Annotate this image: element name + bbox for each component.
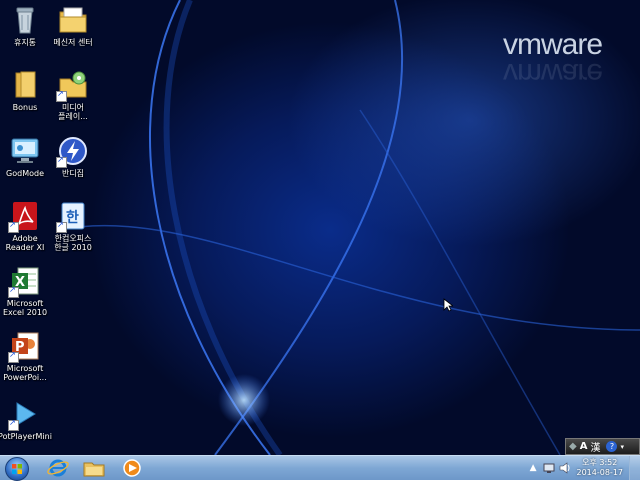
- hancom-icon: 한: [56, 200, 89, 233]
- vmware-logo-reflection: vmware: [502, 57, 602, 90]
- shortcut-arrow-icon: [56, 155, 67, 168]
- internet-explorer-icon: [47, 459, 69, 477]
- shortcut-arrow-icon: [56, 89, 67, 102]
- windows-logo-icon: [12, 464, 22, 474]
- shortcut-arrow-icon: [56, 220, 67, 233]
- potplayer-icon: [8, 398, 41, 431]
- excel-2010-icon-tile[interactable]: X Microsoft Excel 2010: [0, 265, 56, 317]
- show-desktop-button[interactable]: [629, 456, 640, 480]
- potplayer-icon-tile[interactable]: PotPlayerMini: [0, 398, 56, 441]
- taskbar-internet-explorer[interactable]: [42, 457, 74, 479]
- taskbar-windows-explorer[interactable]: [78, 457, 110, 479]
- messenger-center-icon-tile[interactable]: 메신저 센터: [42, 4, 104, 47]
- ime-grip-icon: ◆: [569, 441, 577, 452]
- network-icon[interactable]: [543, 462, 555, 474]
- language-bar[interactable]: ◆ A 漢 ? ▾: [565, 438, 640, 455]
- clock-date: 2014-08-17: [576, 468, 624, 477]
- bandizip-icon: [56, 135, 89, 168]
- taskbar: ▲ 오후 3:52 2014-08-17: [0, 455, 640, 481]
- ime-mode-toggle[interactable]: A: [580, 441, 588, 452]
- volume-icon[interactable]: [559, 462, 571, 474]
- powerpoint-icon-tile[interactable]: P Microsoft PowerPoi...: [0, 330, 56, 382]
- folder-icon: [9, 69, 41, 101]
- clock[interactable]: 오후 3:52 2014-08-17: [577, 458, 624, 478]
- shortcut-arrow-icon: [8, 220, 19, 233]
- langbar-options-icon[interactable]: ▾: [620, 443, 624, 451]
- system-tray: ▲ 오후 3:52 2014-08-17: [530, 456, 640, 480]
- tray-expand-icon[interactable]: ▲: [530, 463, 537, 473]
- shortcut-arrow-icon: [8, 285, 19, 298]
- recycle-bin-icon: [9, 4, 41, 36]
- media-folder-icon: [56, 69, 89, 102]
- desktop[interactable]: vmware vmware 휴지통 Bonus GodMode Adobe Re…: [0, 0, 640, 455]
- shortcut-arrow-icon: [8, 418, 19, 431]
- excel-icon: X: [8, 265, 41, 298]
- folder-icon: [57, 4, 89, 36]
- media-player-icon-tile[interactable]: 미디어 플레이...: [42, 69, 104, 121]
- folder-icon: [83, 462, 105, 477]
- clock-time: 오후 3:52: [582, 458, 618, 467]
- start-button[interactable]: [5, 457, 29, 481]
- adobe-reader-icon: [8, 200, 41, 233]
- mouse-cursor-icon: [443, 298, 453, 312]
- bandizip-icon-tile[interactable]: 반디집: [42, 135, 104, 178]
- hanja-button[interactable]: 漢: [590, 439, 600, 454]
- powerpoint-icon: P: [8, 330, 41, 363]
- shortcut-arrow-icon: [8, 350, 19, 363]
- taskbar-media-player[interactable]: [116, 457, 148, 479]
- control-panel-icon: [9, 135, 41, 167]
- hancom-office-icon-tile[interactable]: 한 한컴오피스 한글 2010: [42, 200, 104, 252]
- media-player-icon: [123, 459, 141, 477]
- svg-text:한: 한: [66, 210, 79, 226]
- help-icon[interactable]: ?: [606, 441, 618, 452]
